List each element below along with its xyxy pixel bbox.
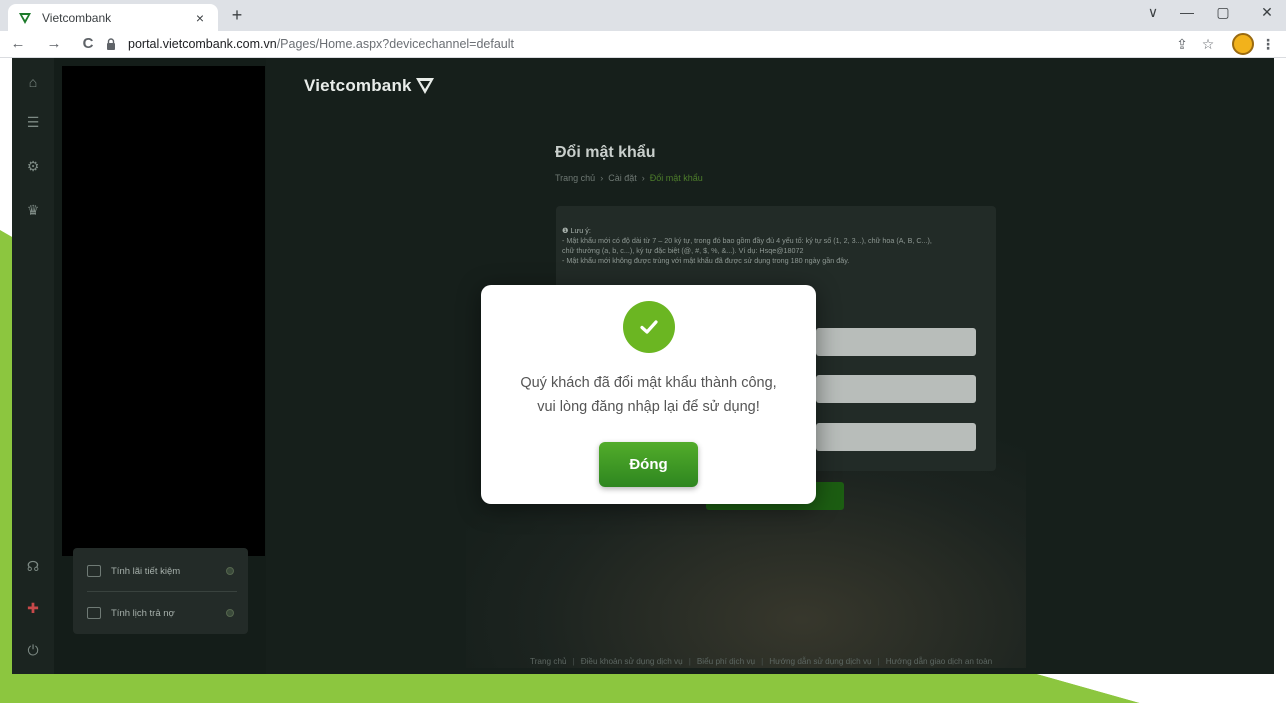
english-flag-icon[interactable]: ✚ xyxy=(12,600,54,617)
vietcombank-logo-icon xyxy=(415,78,434,94)
sidebar-item-label: Tính lịch trả nợ xyxy=(111,607,175,619)
profile-avatar[interactable] xyxy=(1232,33,1254,55)
reload-button[interactable]: C xyxy=(78,35,98,52)
icon-rail: ⌂ ☰ ⚙ ♛ ☊ ✚ ⏻ xyxy=(12,58,54,674)
footer-link-guide[interactable]: Hướng dẫn sử dụng dịch vụ xyxy=(769,657,871,666)
breadcrumb-home[interactable]: Trang chủ xyxy=(555,173,595,183)
footer-separator: | xyxy=(572,657,575,666)
forward-button[interactable]: → xyxy=(44,35,64,52)
note-line: - Mật khẩu mới có độ dài từ 7 – 20 ký tự… xyxy=(562,236,932,245)
breadcrumb: Trang chủ › Cài đặt › Đổi mật khẩu xyxy=(555,173,703,183)
tab-search-chevron-icon[interactable]: ∨ xyxy=(1138,4,1168,21)
settings-gear-icon[interactable]: ⚙ xyxy=(12,158,54,175)
checkmark-icon xyxy=(640,320,658,334)
minimize-button[interactable]: — xyxy=(1172,4,1202,20)
footer-link-home[interactable]: Trang chủ xyxy=(530,657,567,666)
sidebar-item-savings-calculator[interactable]: Tính lãi tiết kiệm xyxy=(73,550,248,592)
footer-separator: | xyxy=(688,657,691,666)
footer-link-fees[interactable]: Biểu phí dịch vụ xyxy=(697,657,755,666)
lock-icon xyxy=(107,38,115,50)
sidebar-tools-menu: Tính lãi tiết kiệm Tính lịch trả nợ xyxy=(73,548,248,634)
calendar-icon xyxy=(87,607,101,619)
new-password-field[interactable] xyxy=(816,375,976,403)
close-dialog-button[interactable]: Đóng xyxy=(599,442,698,487)
url-path: /Pages/Home.aspx?devicechannel=default xyxy=(276,37,514,51)
footer-links: Trang chủ | Điều khoản sử dụng dịch vụ |… xyxy=(530,657,992,666)
breadcrumb-separator: › xyxy=(641,173,645,183)
back-button[interactable]: ← xyxy=(8,35,28,52)
footer-link-safety[interactable]: Hướng dẫn giao dịch an toàn xyxy=(886,657,992,666)
browser-menu-icon[interactable]: ⋮ xyxy=(1258,36,1278,53)
sidebar-panel xyxy=(62,66,265,556)
brand-name: Vietcombank xyxy=(304,76,412,95)
home-icon[interactable]: ⌂ xyxy=(12,74,54,90)
gift-icon[interactable]: ♛ xyxy=(12,202,54,219)
breadcrumb-separator: › xyxy=(600,173,604,183)
footer-separator: | xyxy=(877,657,880,666)
confirm-password-field[interactable] xyxy=(816,423,976,451)
message-line: Quý khách đã đổi mật khẩu thành công, xyxy=(520,375,777,391)
current-password-field[interactable] xyxy=(816,328,976,356)
breadcrumb-current: Đổi mật khẩu xyxy=(649,173,703,183)
password-rules-note: ❶ Lưu ý: - Mật khẩu mới có độ dài từ 7 –… xyxy=(562,226,992,266)
maximize-button[interactable]: ▢ xyxy=(1208,4,1238,21)
bookmark-star-icon[interactable]: ☆ xyxy=(1198,36,1218,53)
note-heading: ❶ Lưu ý: xyxy=(562,226,591,235)
address-bar[interactable]: portal.vietcombank.com.vn/Pages/Home.asp… xyxy=(104,33,1164,55)
vietcombank-favicon-icon xyxy=(19,12,31,24)
sidebar-item-loan-schedule[interactable]: Tính lịch trả nợ xyxy=(73,592,248,634)
arrow-icon xyxy=(226,609,234,617)
success-dialog: Quý khách đã đổi mật khẩu thành công, vu… xyxy=(481,285,816,504)
note-line: - Mật khẩu mới không được trùng với mật … xyxy=(562,256,850,265)
browser-tab[interactable]: Vietcombank × xyxy=(8,4,218,31)
wallet-icon[interactable]: ☰ xyxy=(12,114,54,131)
note-line: chữ thường (a, b, c...), ký tự đặc biệt … xyxy=(562,246,804,255)
footer-link-terms[interactable]: Điều khoản sử dụng dịch vụ xyxy=(581,657,683,666)
message-line: vui lòng đăng nhập lại để sử dụng! xyxy=(537,399,760,415)
footer-separator: | xyxy=(761,657,764,666)
sidebar-item-label: Tính lãi tiết kiệm xyxy=(111,565,181,577)
support-headset-icon[interactable]: ☊ xyxy=(12,558,54,575)
page-title: Đổi mật khẩu xyxy=(555,144,656,161)
success-message: Quý khách đã đổi mật khẩu thành công, vu… xyxy=(481,371,816,419)
url-host: portal.vietcombank.com.vn xyxy=(128,37,277,51)
new-tab-button[interactable]: + xyxy=(226,5,248,26)
power-icon[interactable]: ⏻ xyxy=(12,642,54,659)
tab-close-icon[interactable]: × xyxy=(192,10,208,26)
success-check-icon xyxy=(623,301,675,353)
browser-toolbar: ← → C portal.vietcombank.com.vn/Pages/Ho… xyxy=(0,31,1286,58)
close-window-button[interactable]: ✕ xyxy=(1252,4,1282,21)
breadcrumb-settings[interactable]: Cài đặt xyxy=(608,173,637,183)
chart-icon xyxy=(87,565,101,577)
tab-title: Vietcombank xyxy=(42,10,112,25)
brand-logo[interactable]: Vietcombank xyxy=(304,76,435,96)
arrow-icon xyxy=(226,567,234,575)
browser-tab-strip: Vietcombank × + ∨ — ▢ ✕ xyxy=(0,0,1286,31)
share-icon[interactable]: ⇪ xyxy=(1172,36,1192,53)
